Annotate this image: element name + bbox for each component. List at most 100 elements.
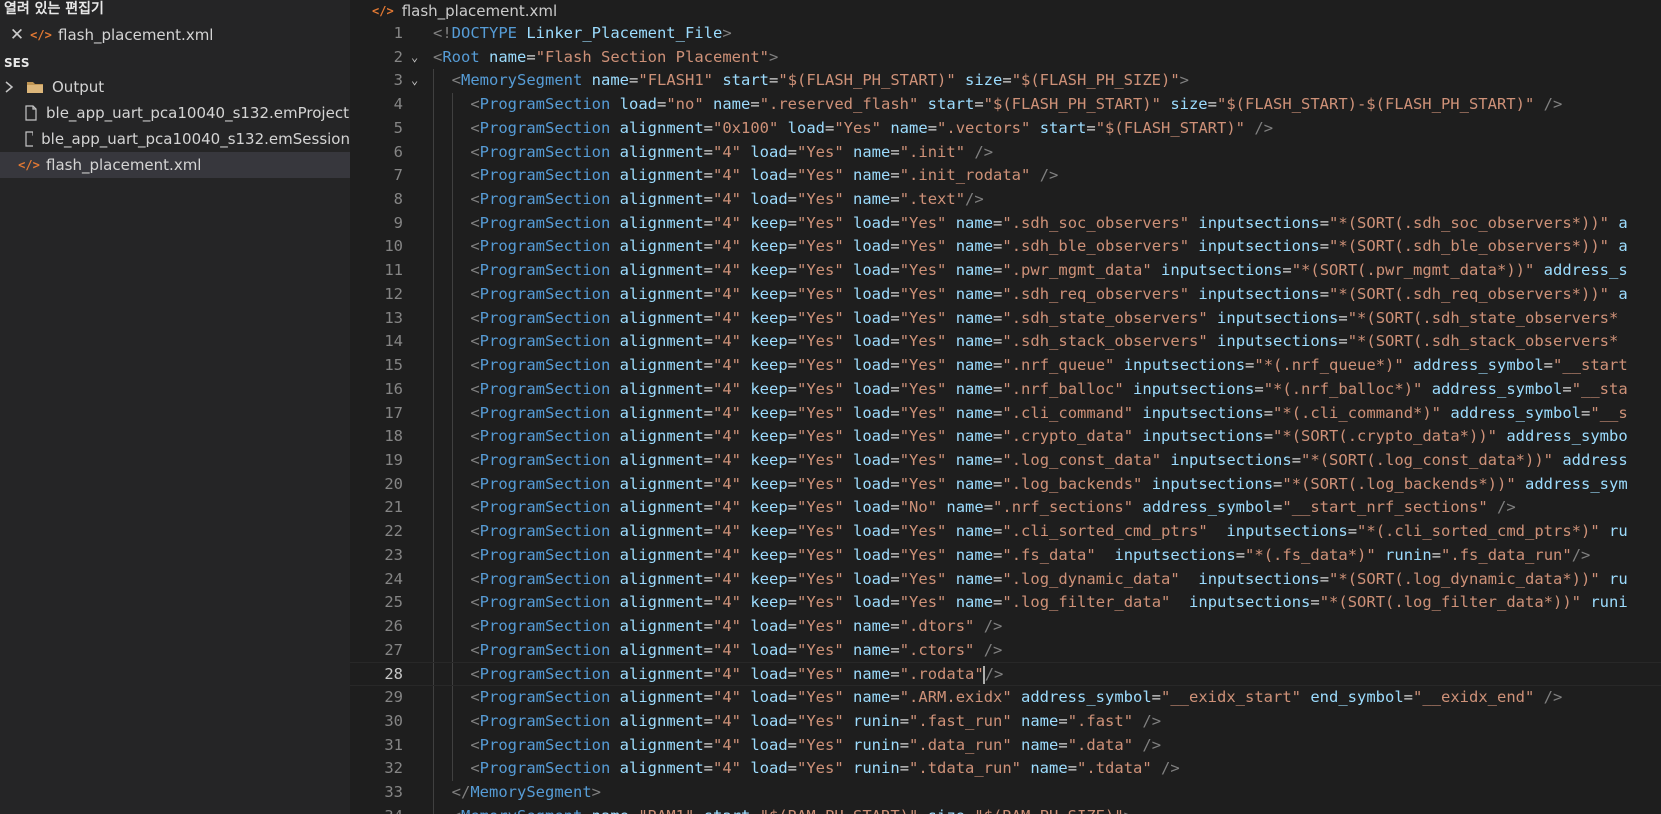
code-text[interactable]: <ProgramSection alignment="4" load="Yes"… — [433, 164, 1058, 188]
close-icon[interactable]: ✕ — [10, 25, 24, 45]
code-editor[interactable]: </> flash_placement.xml 1 <!DOCTYPE Linke… — [350, 0, 1661, 814]
code-text[interactable]: <!DOCTYPE Linker_Placement_File> — [433, 22, 732, 46]
code-line[interactable]: 25 <ProgramSection alignment="4" keep="Y… — [350, 591, 1661, 615]
line-number: 26 — [384, 616, 403, 635]
code-text[interactable]: <ProgramSection alignment="4" keep="Yes"… — [433, 425, 1627, 449]
code-text[interactable]: <ProgramSection alignment="4" keep="Yes"… — [433, 496, 1515, 520]
code-text[interactable]: <ProgramSection alignment="4" keep="Yes"… — [433, 354, 1627, 378]
code-text[interactable]: <ProgramSection alignment="4" keep="Yes"… — [433, 212, 1627, 236]
code-text[interactable]: <MemorySegment name="FLASH1" start="$(FL… — [433, 69, 1189, 93]
chevron-down-icon[interactable]: ⌄ — [411, 46, 418, 70]
tree-item-label: flash_placement.xml — [46, 156, 202, 174]
line-number: 3 — [393, 71, 403, 90]
code-line[interactable]: 1 <!DOCTYPE Linker_Placement_File> — [350, 22, 1661, 46]
code-text[interactable]: <Root name="Flash Section Placement"> — [433, 46, 778, 70]
code-text[interactable]: <ProgramSection alignment="4" keep="Yes"… — [433, 520, 1627, 544]
code-line[interactable]: 28 <ProgramSection alignment="4" load="Y… — [350, 662, 1661, 687]
folder-icon — [27, 82, 43, 93]
code-line[interactable]: 7 <ProgramSection alignment="4" load="Ye… — [350, 164, 1661, 189]
code-line[interactable]: 15 <ProgramSection alignment="4" keep="Y… — [350, 354, 1661, 378]
code-line[interactable]: 17 <ProgramSection alignment="4" keep="Y… — [350, 401, 1661, 426]
open-editor-label: flash_placement.xml — [58, 26, 214, 44]
line-number: 15 — [384, 356, 403, 375]
line-number: 33 — [384, 783, 403, 801]
breadcrumb-file[interactable]: flash_placement.xml — [402, 2, 557, 20]
code-line[interactable]: 5 <ProgramSection alignment="0x100" load… — [350, 116, 1661, 141]
code-text[interactable]: <ProgramSection alignment="4" keep="Yes"… — [433, 473, 1627, 497]
code-line[interactable]: 11 <ProgramSection alignment="4" keep="Y… — [350, 259, 1661, 283]
code-text[interactable]: <ProgramSection alignment="4" keep="Yes"… — [433, 235, 1627, 259]
line-number: 14 — [384, 332, 403, 351]
code-line[interactable]: 19 <ProgramSection alignment="4" keep="Y… — [350, 448, 1661, 473]
code-line[interactable]: 18 <ProgramSection alignment="4" keep="Y… — [350, 425, 1661, 449]
line-number: 2 — [393, 47, 403, 66]
tree-item-emsession[interactable]: ble_app_uart_pca10040_s132.emSession — [0, 126, 350, 152]
code-text[interactable]: <MemorySegment name="RAM1" start="$(RAM_… — [433, 805, 1133, 814]
code-line[interactable]: 27 <ProgramSection alignment="4" load="Y… — [350, 638, 1661, 663]
xml-file-icon: </> — [30, 28, 52, 42]
folder-title[interactable]: SES — [4, 56, 29, 70]
code-line[interactable]: 21 <ProgramSection alignment="4" keep="Y… — [350, 496, 1661, 521]
code-text[interactable]: <ProgramSection alignment="4" keep="Yes"… — [433, 402, 1627, 426]
code-text[interactable]: <ProgramSection alignment="4" keep="Yes"… — [433, 330, 1618, 354]
code-line[interactable]: 34 <MemorySegment name="RAM1" start="$(R… — [350, 804, 1661, 814]
code-text[interactable]: <ProgramSection alignment="4" load="Yes"… — [433, 141, 993, 165]
code-line[interactable]: 13 <ProgramSection alignment="4" keep="Y… — [350, 306, 1661, 331]
tree-item-flash-placement[interactable]: </> flash_placement.xml — [0, 152, 350, 178]
code-text[interactable]: <ProgramSection alignment="4" load="Yes"… — [433, 188, 983, 212]
tree-item-emproject[interactable]: ble_app_uart_pca10040_s132.emProject — [0, 100, 350, 126]
code-line[interactable]: 23 <ProgramSection alignment="4" keep="Y… — [350, 543, 1661, 568]
code-text[interactable]: </MemorySegment> — [433, 781, 601, 805]
code-text[interactable]: <ProgramSection alignment="4" keep="Yes"… — [433, 449, 1627, 473]
code-text[interactable]: <ProgramSection alignment="4" load="Yes"… — [433, 686, 1562, 710]
open-editor-item[interactable]: ✕ </> flash_placement.xml — [0, 22, 350, 48]
tree-item-output[interactable]: Output — [0, 74, 350, 100]
code-line[interactable]: 10 <ProgramSection alignment="4" keep="Y… — [350, 235, 1661, 260]
file-icon — [25, 131, 34, 147]
code-line[interactable]: 8 <ProgramSection alignment="4" load="Ye… — [350, 188, 1661, 212]
tree-item-label: ble_app_uart_pca10040_s132.emSession — [41, 130, 350, 148]
line-number: 23 — [384, 545, 403, 564]
code-area[interactable]: 1 <!DOCTYPE Linker_Placement_File> 2 ⌄ <Root… — [350, 22, 1661, 814]
code-text[interactable]: <ProgramSection alignment="4" keep="Yes"… — [433, 283, 1627, 307]
open-editors-title[interactable]: 열려 있는 편집기 — [4, 0, 104, 18]
breadcrumb[interactable]: </> flash_placement.xml — [372, 0, 557, 22]
code-text[interactable]: <ProgramSection alignment="0x100" load="… — [433, 117, 1273, 141]
code-text[interactable]: <ProgramSection alignment="4" load="Yes"… — [433, 615, 1002, 639]
line-number: 5 — [393, 118, 403, 137]
line-number: 10 — [384, 237, 403, 256]
code-line[interactable]: 20 <ProgramSection alignment="4" keep="Y… — [350, 472, 1661, 497]
code-line[interactable]: 33 </MemorySegment> — [350, 781, 1661, 805]
code-text[interactable]: <ProgramSection alignment="4" keep="Yes"… — [433, 568, 1627, 592]
code-text[interactable]: <ProgramSection alignment="4" load="Yes"… — [433, 663, 1003, 687]
code-line[interactable]: 9 <ProgramSection alignment="4" keep="Ye… — [350, 211, 1661, 236]
code-text[interactable]: <ProgramSection alignment="4" keep="Yes"… — [433, 544, 1590, 568]
code-text[interactable]: <ProgramSection alignment="4" keep="Yes"… — [433, 591, 1627, 615]
code-text[interactable]: <ProgramSection alignment="4" keep="Yes"… — [433, 378, 1627, 402]
code-text[interactable]: <ProgramSection alignment="4" load="Yes"… — [433, 734, 1161, 758]
code-line[interactable]: 30 <ProgramSection alignment="4" load="Y… — [350, 709, 1661, 734]
code-text[interactable]: <ProgramSection alignment="4" load="Yes"… — [433, 639, 1002, 663]
code-line[interactable]: 2 ⌄ <Root name="Flash Section Placement"> — [350, 46, 1661, 70]
code-line[interactable]: 29 <ProgramSection alignment="4" load="Y… — [350, 686, 1661, 710]
code-line[interactable]: 6 <ProgramSection alignment="4" load="Ye… — [350, 140, 1661, 165]
code-text[interactable]: <ProgramSection load="no" name=".reserve… — [433, 93, 1562, 117]
code-text[interactable]: <ProgramSection alignment="4" load="Yes"… — [433, 710, 1161, 734]
code-text[interactable]: <ProgramSection alignment="4" load="Yes"… — [433, 757, 1179, 781]
code-text[interactable]: <ProgramSection alignment="4" keep="Yes"… — [433, 259, 1627, 283]
line-number: 27 — [384, 640, 403, 659]
code-line[interactable]: 31 <ProgramSection alignment="4" load="Y… — [350, 733, 1661, 758]
code-line[interactable]: 14 <ProgramSection alignment="4" keep="Y… — [350, 330, 1661, 355]
chevron-down-icon[interactable]: ⌄ — [411, 69, 418, 93]
code-line[interactable]: 26 <ProgramSection alignment="4" load="Y… — [350, 614, 1661, 639]
code-line[interactable]: 32 <ProgramSection alignment="4" load="Y… — [350, 757, 1661, 781]
code-line[interactable]: 3 ⌄ <MemorySegment name="FLASH1" start="$… — [350, 69, 1661, 94]
code-line[interactable]: 24 <ProgramSection alignment="4" keep="Y… — [350, 567, 1661, 592]
code-line[interactable]: 12 <ProgramSection alignment="4" keep="Y… — [350, 282, 1661, 307]
code-line[interactable]: 22 <ProgramSection alignment="4" keep="Y… — [350, 520, 1661, 544]
line-number: 12 — [384, 284, 403, 303]
tree-item-label: Output — [52, 78, 105, 96]
code-text[interactable]: <ProgramSection alignment="4" keep="Yes"… — [433, 307, 1618, 331]
code-line[interactable]: 16 <ProgramSection alignment="4" keep="Y… — [350, 377, 1661, 402]
code-line[interactable]: 4 <ProgramSection load="no" name=".reser… — [350, 93, 1661, 117]
